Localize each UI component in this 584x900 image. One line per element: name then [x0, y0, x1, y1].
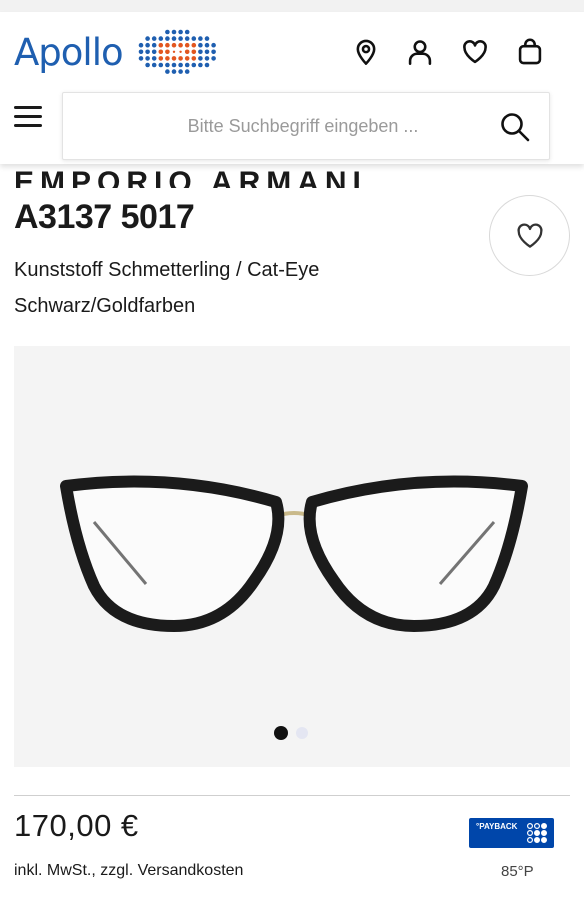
app-header: Apollo: [0, 12, 584, 164]
top-status-strip: [0, 0, 584, 12]
product-material-shape: Kunststoff Schmetterling / Cat-Eye: [14, 259, 320, 281]
search-bar: [62, 92, 550, 160]
tax-shipping-note[interactable]: inkl. MwSt., zzgl. Versandkosten: [14, 862, 243, 880]
user-icon[interactable]: [405, 36, 435, 68]
gallery-dot-2[interactable]: [296, 727, 308, 739]
payback-dots-icon: [526, 822, 548, 844]
divider: [14, 795, 570, 796]
heart-outline-icon: [516, 222, 543, 248]
logo-wordmark: Apollo: [14, 30, 124, 74]
payback-logo: °PAYBACK: [469, 818, 554, 848]
location-pin-icon[interactable]: [351, 36, 381, 68]
hamburger-menu-icon[interactable]: [14, 106, 42, 130]
search-input[interactable]: [63, 93, 483, 159]
apollo-logo[interactable]: Apollo: [14, 24, 217, 80]
add-to-wishlist-button[interactable]: [489, 195, 570, 276]
payback-points: 85°P: [501, 863, 534, 880]
eyeglasses-product-image: [60, 475, 528, 632]
product-image-gallery[interactable]: [14, 346, 570, 767]
product-price: 170,00 €: [14, 808, 139, 843]
product-title: A3137 5017: [14, 198, 195, 236]
payback-label: °PAYBACK: [476, 822, 518, 831]
logo-dot-mark-icon: [138, 29, 216, 74]
gallery-dot-1[interactable]: [274, 726, 288, 740]
heart-icon[interactable]: [460, 36, 490, 68]
gallery-pagination: [274, 726, 308, 740]
shopping-bag-icon[interactable]: [515, 36, 545, 68]
product-color: Schwarz/Goldfarben: [14, 295, 196, 317]
search-icon[interactable]: [499, 111, 531, 143]
